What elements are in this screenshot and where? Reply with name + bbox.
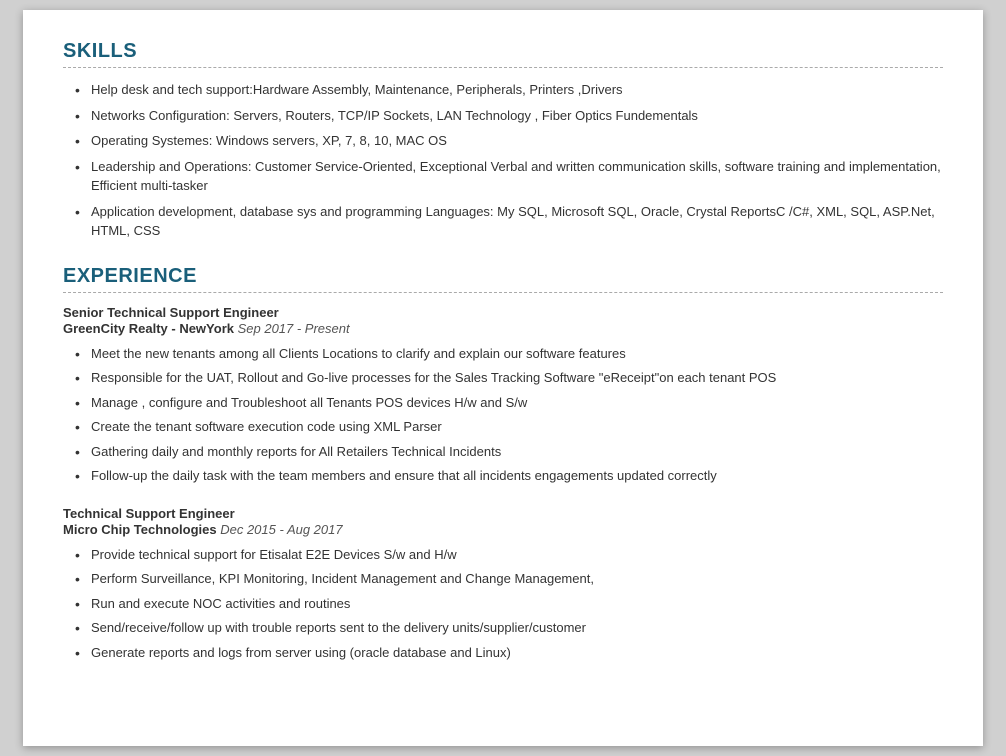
job-block-0: Senior Technical Support EngineerGreenCi…: [63, 305, 943, 486]
skills-list: Help desk and tech support:Hardware Asse…: [63, 80, 943, 241]
job-title-0: Senior Technical Support Engineer: [63, 305, 943, 320]
job-bullets-1: Provide technical support for Etisalat E…: [63, 545, 943, 663]
experience-divider: [63, 292, 943, 293]
skills-divider: [63, 67, 943, 68]
bullet-0-4: Gathering daily and monthly reports for …: [73, 442, 943, 462]
skills-section: SKILLS Help desk and tech support:Hardwa…: [63, 40, 943, 241]
skill-item-4: Application development, database sys an…: [73, 202, 943, 241]
bullet-0-2: Manage , configure and Troubleshoot all …: [73, 393, 943, 413]
skills-title: SKILLS: [63, 40, 943, 63]
resume-page: SKILLS Help desk and tech support:Hardwa…: [23, 10, 983, 746]
bullet-1-4: Generate reports and logs from server us…: [73, 643, 943, 663]
job-title-1: Technical Support Engineer: [63, 506, 943, 521]
skill-item-3: Leadership and Operations: Customer Serv…: [73, 157, 943, 196]
experience-section: EXPERIENCE Senior Technical Support Engi…: [63, 265, 943, 663]
bullet-1-1: Perform Surveillance, KPI Monitoring, In…: [73, 569, 943, 589]
job-dates-1: Dec 2015 - Aug 2017: [217, 522, 343, 537]
experience-title: EXPERIENCE: [63, 265, 943, 288]
bullet-1-2: Run and execute NOC activities and routi…: [73, 594, 943, 614]
jobs-container: Senior Technical Support EngineerGreenCi…: [63, 305, 943, 663]
bullet-0-5: Follow-up the daily task with the team m…: [73, 466, 943, 486]
skill-item-2: Operating Systemes: Windows servers, XP,…: [73, 131, 943, 151]
bullet-0-3: Create the tenant software execution cod…: [73, 417, 943, 437]
job-company-0: GreenCity Realty - NewYork: [63, 321, 234, 336]
job-dates-0: Sep 2017 - Present: [234, 321, 350, 336]
job-meta-0: GreenCity Realty - NewYork Sep 2017 - Pr…: [63, 321, 943, 336]
bullet-0-0: Meet the new tenants among all Clients L…: [73, 344, 943, 364]
skill-item-1: Networks Configuration: Servers, Routers…: [73, 106, 943, 126]
skill-item-0: Help desk and tech support:Hardware Asse…: [73, 80, 943, 100]
bullet-0-1: Responsible for the UAT, Rollout and Go-…: [73, 368, 943, 388]
job-meta-1: Micro Chip Technologies Dec 2015 - Aug 2…: [63, 522, 943, 537]
job-block-1: Technical Support EngineerMicro Chip Tec…: [63, 506, 943, 663]
job-company-1: Micro Chip Technologies: [63, 522, 217, 537]
bullet-1-0: Provide technical support for Etisalat E…: [73, 545, 943, 565]
bullet-1-3: Send/receive/follow up with trouble repo…: [73, 618, 943, 638]
job-bullets-0: Meet the new tenants among all Clients L…: [63, 344, 943, 486]
